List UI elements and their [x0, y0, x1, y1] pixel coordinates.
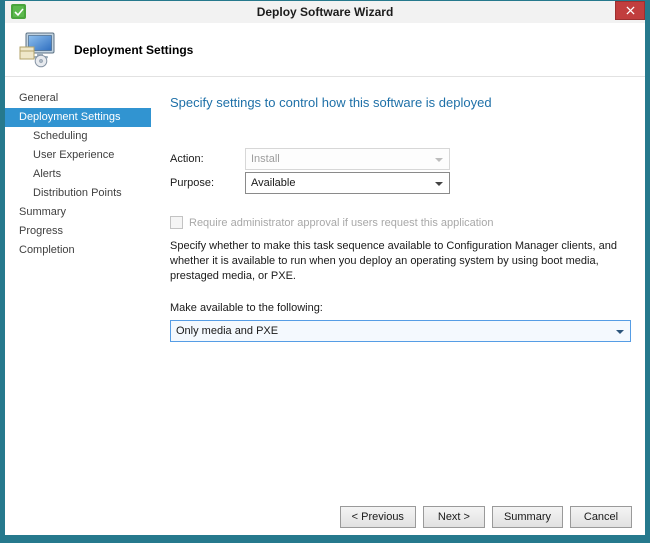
content-heading: Specify settings to control how this sof… [170, 95, 631, 110]
close-button[interactable] [615, 1, 645, 20]
sidebar-item-distribution-points[interactable]: Distribution Points [5, 184, 151, 203]
sidebar-item-alerts[interactable]: Alerts [5, 165, 151, 184]
software-deployment-icon [18, 32, 56, 68]
action-label: Action: [170, 153, 245, 165]
sidebar-item-deployment-settings[interactable]: Deployment Settings [5, 108, 151, 127]
chevron-down-icon [435, 182, 443, 186]
chevron-down-icon [435, 158, 443, 162]
wizard-body: General Deployment Settings Scheduling U… [5, 77, 645, 535]
sidebar-item-summary[interactable]: Summary [5, 203, 151, 222]
make-available-label: Make available to the following: [170, 302, 631, 314]
action-combobox: Install [245, 148, 450, 170]
approval-checkbox-label: Require administrator approval if users … [189, 217, 494, 229]
previous-button[interactable]: < Previous [340, 506, 416, 528]
next-button[interactable]: Next > [423, 506, 485, 528]
wizard-content: Specify settings to control how this sof… [151, 77, 645, 535]
action-row: Action: Install [170, 148, 631, 170]
purpose-label: Purpose: [170, 177, 245, 189]
window-title: Deploy Software Wizard [257, 5, 394, 19]
summary-button[interactable]: Summary [492, 506, 563, 528]
approval-checkbox-row: Require administrator approval if users … [170, 216, 631, 229]
sidebar-item-general[interactable]: General [5, 89, 151, 108]
wizard-header: Deployment Settings [5, 23, 645, 77]
action-value: Install [251, 153, 280, 165]
page-title: Deployment Settings [74, 43, 193, 57]
sidebar-item-progress[interactable]: Progress [5, 222, 151, 241]
app-icon [11, 4, 26, 19]
wizard-steps-sidebar: General Deployment Settings Scheduling U… [5, 77, 151, 535]
titlebar[interactable]: Deploy Software Wizard [5, 1, 645, 23]
purpose-row: Purpose: Available [170, 172, 631, 194]
availability-description: Specify whether to make this task sequen… [170, 239, 631, 284]
chevron-down-icon [616, 330, 624, 334]
make-available-value: Only media and PXE [176, 325, 278, 337]
approval-checkbox [170, 216, 183, 229]
deploy-software-wizard-window: Deploy Software Wizard [0, 0, 650, 543]
sidebar-item-scheduling[interactable]: Scheduling [5, 127, 151, 146]
close-icon [626, 6, 635, 15]
make-available-combobox[interactable]: Only media and PXE [170, 320, 631, 342]
cancel-button[interactable]: Cancel [570, 506, 632, 528]
purpose-value: Available [251, 177, 295, 189]
sidebar-item-user-experience[interactable]: User Experience [5, 146, 151, 165]
sidebar-item-completion[interactable]: Completion [5, 241, 151, 260]
wizard-footer: < Previous Next > Summary Cancel [340, 506, 632, 528]
purpose-combobox[interactable]: Available [245, 172, 450, 194]
